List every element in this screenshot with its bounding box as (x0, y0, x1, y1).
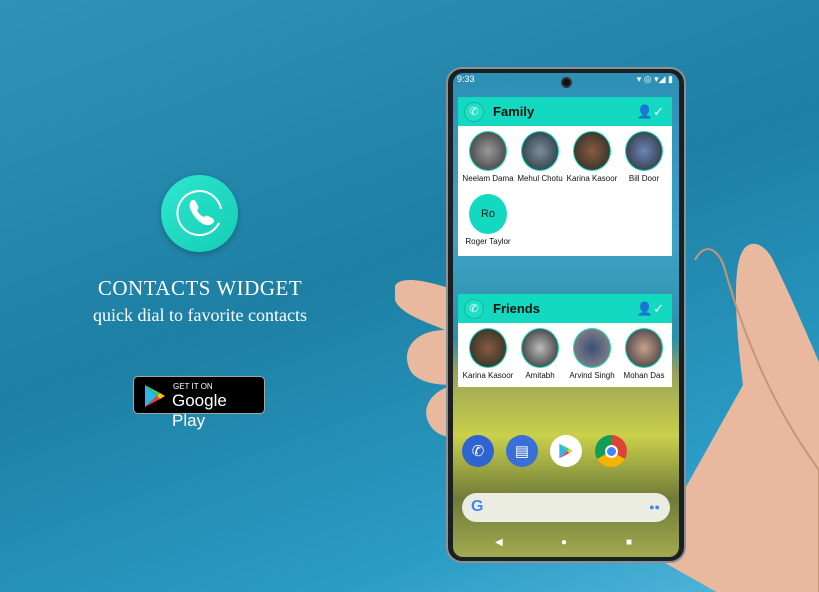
contact-name: Neelam Dama (462, 174, 514, 183)
phone-screen: 9:33 ▾ ◎ ▾◢ ▮ ✆ Family 👤✓ Neelam Dama Me… (453, 73, 679, 557)
avatar (469, 131, 507, 171)
phone-icon[interactable]: ✆ (462, 435, 494, 467)
family-widget-header[interactable]: ✆ Family 👤✓ (458, 97, 672, 126)
promo-subtitle: quick dial to favorite contacts (93, 305, 307, 325)
contact-name: Mehul Chotu (517, 174, 563, 183)
google-play-badge[interactable]: GET IT ON Google Play (133, 376, 265, 430)
contact-name: Karina Kasoor (462, 371, 514, 380)
contact-check-icon[interactable]: 👤✓ (637, 301, 664, 317)
contact-name: Mohan Das (623, 371, 665, 380)
phone-icon: ✆ (464, 298, 484, 319)
family-widget-body: Neelam Dama Mehul Chotu Karina Kasoor Bi… (458, 126, 672, 256)
play-store-icon (145, 385, 165, 407)
messages-icon[interactable]: ▤ (506, 435, 538, 467)
assistant-icon[interactable]: ●● (649, 502, 660, 512)
avatar (521, 131, 559, 171)
friends-widget-header[interactable]: ✆ Friends 👤✓ (458, 294, 672, 323)
recents-button[interactable]: ■ (626, 537, 632, 548)
widget-title: Family (493, 104, 535, 119)
contact-item[interactable]: Karina Kasoor (565, 131, 619, 183)
front-camera (561, 77, 572, 88)
contact-item[interactable]: Amitabh (513, 328, 567, 380)
app-logo (161, 175, 238, 252)
phone-circle-icon (176, 190, 222, 237)
contact-name: Karina Kasoor (566, 174, 618, 183)
friends-widget-body: Karina Kasoor Amitabh Arvind Singh Mohan… (458, 323, 672, 387)
phone-icon: ✆ (464, 101, 484, 122)
status-time: 9:33 (457, 74, 475, 84)
google-g-icon: G (471, 498, 484, 515)
badge-line1: GET IT ON (173, 382, 213, 391)
avatar (469, 328, 507, 368)
chrome-icon[interactable] (595, 435, 627, 467)
avatar-initials: Ro (469, 194, 507, 234)
avatar (521, 328, 559, 368)
contact-item[interactable]: Mehul Chotu (513, 131, 567, 183)
avatar (625, 328, 663, 368)
avatar (625, 131, 663, 171)
contact-item[interactable]: Neelam Dama (461, 131, 515, 183)
contact-item[interactable]: Ro Roger Taylor (461, 194, 515, 246)
google-search-bar[interactable]: G ●● (462, 493, 670, 522)
status-icons: ▾ ◎ ▾◢ ▮ (636, 74, 673, 84)
contact-item[interactable]: Arvind Singh (565, 328, 619, 380)
contact-item[interactable]: Bill Door (617, 131, 671, 183)
contact-name: Amitabh (525, 371, 555, 380)
badge-line2: Google Play (172, 391, 227, 430)
contact-item[interactable]: Mohan Das (617, 328, 671, 380)
promo-title: CONTACTS WIDGET (97, 276, 303, 300)
phone-device: 9:33 ▾ ◎ ▾◢ ▮ ✆ Family 👤✓ Neelam Dama Me… (446, 67, 686, 563)
play-store-icon[interactable] (550, 435, 582, 467)
widget-title: Friends (493, 301, 540, 316)
avatar (573, 131, 611, 171)
contact-name: Arvind Singh (569, 371, 615, 380)
back-button[interactable]: ◀ (495, 537, 503, 548)
contact-item[interactable]: Karina Kasoor (461, 328, 515, 380)
home-button[interactable]: ● (561, 537, 567, 548)
contact-name: Roger Taylor (465, 237, 511, 246)
contact-name: Bill Door (628, 174, 660, 183)
avatar (573, 328, 611, 368)
contact-check-icon[interactable]: 👤✓ (637, 104, 664, 120)
